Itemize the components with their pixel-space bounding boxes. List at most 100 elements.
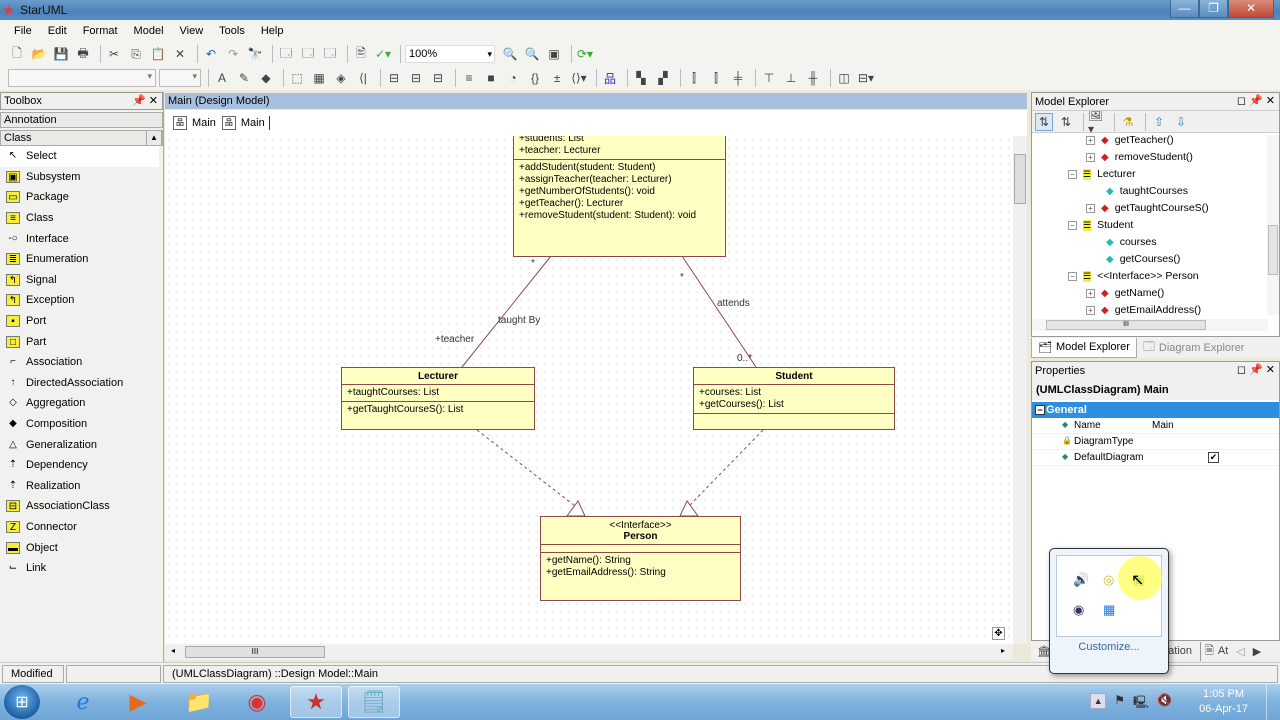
toolbox-item-select[interactable]: ↖ Select	[0, 146, 159, 167]
zoom-select[interactable]: 100%	[405, 45, 495, 63]
file-explorer-icon[interactable]: 📁	[176, 686, 222, 718]
property-icon[interactable]: 🗔	[321, 45, 339, 63]
class-member[interactable]: +removeStudent(student: Student): void	[519, 210, 720, 222]
show-parent-icon[interactable]: ◔	[504, 69, 522, 87]
collapse-icon[interactable]: −	[1068, 220, 1077, 230]
menu-help[interactable]: Help	[261, 25, 284, 37]
package-icon[interactable]: ■	[482, 69, 500, 87]
show-attributes-icon[interactable]: ⊟	[385, 69, 403, 87]
suppress-icon[interactable]: ◈	[332, 69, 350, 87]
student-realization[interactable]	[688, 429, 764, 507]
start-button[interactable]: ⊞	[4, 685, 40, 719]
class-member[interactable]: +teacher: Lecturer	[519, 145, 720, 157]
toolbox-item-directedassociation[interactable]: ↑ DirectedAssociation	[0, 373, 163, 394]
sort-by-order-icon[interactable]: ⇅	[1035, 112, 1053, 131]
property-row-diagramtype[interactable]: 🔒 DiagramType	[1032, 434, 1279, 450]
maximize-icon[interactable]: ◻	[1237, 364, 1246, 376]
pan-icon[interactable]: ✥	[992, 627, 1005, 640]
volume-muted-icon[interactable]: 🔇	[1157, 693, 1172, 714]
copy-icon[interactable]: ⎘	[127, 45, 145, 63]
taught-by-association[interactable]	[461, 255, 552, 368]
show-desktop-button[interactable]	[1266, 684, 1280, 720]
disc-icon[interactable]: ◎	[1103, 572, 1114, 588]
undo-icon[interactable]: ↶	[202, 45, 220, 63]
toolbox-close-icon[interactable]: ✕	[149, 95, 158, 107]
stereotype-display-icon[interactable]: ▦	[310, 69, 328, 87]
tree-node[interactable]: ◆ taughtCourses	[1106, 185, 1188, 197]
tree-vscroll[interactable]	[1267, 135, 1279, 315]
new-file-icon[interactable]: 🗋	[8, 45, 26, 63]
lecturer-realization[interactable]	[476, 429, 576, 507]
show-operations-icon[interactable]: ⊟	[407, 69, 425, 87]
minimize-button[interactable]: —	[1170, 0, 1199, 18]
class-member[interactable]: +getTeacher(): Lecturer	[519, 198, 720, 210]
pin-icon[interactable]: 📌	[1249, 364, 1263, 376]
class-lecturer[interactable]: Lecturer +taughtCourses: List +getTaught…	[341, 367, 535, 430]
tab-attachments[interactable]: At	[1218, 645, 1228, 657]
chrome-icon[interactable]: ◉	[234, 686, 280, 718]
space-horizontal-icon[interactable]: ◫	[835, 69, 853, 87]
font-color-icon[interactable]: A	[213, 69, 231, 87]
class-student[interactable]: Student +courses: List +getCourses(): Lis…	[693, 367, 895, 430]
paste-icon[interactable]: 📋	[149, 45, 167, 63]
scroll-thumb[interactable]	[1014, 154, 1026, 204]
toolbox-item-realization[interactable]: ⇡ Realization	[0, 476, 163, 497]
toolbox-item-signal[interactable]: ↰ Signal	[0, 270, 163, 291]
menu-edit[interactable]: Edit	[48, 25, 67, 37]
toolbox-group-annotation[interactable]: Annotation	[0, 112, 163, 128]
class-member[interactable]: +getTaughtCourseS(): List	[347, 404, 529, 416]
attachments-icon[interactable]: 🗎	[1200, 641, 1214, 661]
toolbox-item-connector[interactable]: Z Connector	[0, 517, 163, 538]
capture-icon[interactable]: ▦	[1103, 602, 1115, 618]
find-icon[interactable]: 🔭	[246, 45, 264, 63]
zoom-out-icon[interactable]: 🔍	[523, 45, 541, 63]
open-folder-icon[interactable]: 📂	[30, 45, 48, 63]
media-player-icon[interactable]: ▶	[115, 686, 161, 718]
pin-icon[interactable]: 📌	[1249, 95, 1263, 107]
space-vertical-icon[interactable]: ⊟▾	[857, 69, 875, 87]
delete-icon[interactable]: ✕	[171, 45, 189, 63]
toolbox-item-port[interactable]: ▪ Port	[0, 311, 163, 332]
align-bottom-icon[interactable]: ⊥	[782, 69, 800, 87]
toolbox-item-composition[interactable]: ◆ Composition	[0, 414, 163, 435]
align-top-icon[interactable]: ⊤	[760, 69, 778, 87]
property-row-defaultdiagram[interactable]: ◆ DefaultDiagram ✔	[1032, 450, 1279, 466]
toolbox-item-class[interactable]: ≡ Class	[0, 208, 163, 229]
toolbox-item-association[interactable]: ⌐ Association	[0, 352, 163, 373]
move-up-icon[interactable]: ⇧	[1150, 113, 1168, 131]
attends-association[interactable]	[681, 255, 757, 368]
menu-model[interactable]: Model	[134, 25, 164, 37]
property-value[interactable]: Main	[1152, 420, 1174, 431]
default-diagram-checkbox[interactable]: ✔	[1208, 452, 1219, 463]
record-icon[interactable]: ◉	[1073, 602, 1084, 618]
speaker-icon[interactable]: 🔊	[1073, 572, 1089, 588]
send-back-icon[interactable]: ▞	[654, 69, 672, 87]
network-icon[interactable]: 🖳	[1133, 693, 1149, 714]
toolbox-item-generalization[interactable]: △ Generalization	[0, 434, 163, 455]
model-icon[interactable]: 🗔	[277, 45, 295, 63]
toolbox-item-package[interactable]: ▭ Package	[0, 187, 163, 208]
cut-icon[interactable]: ✂	[105, 45, 123, 63]
internet-explorer-icon[interactable]: ℯ	[60, 686, 106, 718]
vertical-scrollbar[interactable]	[1013, 136, 1027, 644]
tab-scroll-left-icon[interactable]: ◁	[1236, 645, 1244, 658]
align-middle-icon[interactable]: ╫	[804, 69, 822, 87]
toolbox-item-part[interactable]: □ Part	[0, 331, 163, 352]
menu-format[interactable]: Format	[83, 25, 118, 37]
auto-resize-icon[interactable]: ⬚	[288, 69, 306, 87]
action-center-flag-icon[interactable]: ⚑	[1114, 693, 1125, 714]
align-center-icon[interactable]: ╪	[729, 69, 747, 87]
show-ops-icon[interactable]: ⟨⟩▾	[570, 69, 588, 87]
toolbox-item-aggregation[interactable]: ◇ Aggregation	[0, 393, 163, 414]
menu-view[interactable]: View	[180, 25, 204, 37]
tree-node[interactable]: + ◆ getTaughtCourseS()	[1086, 202, 1209, 214]
show-hidden-icons-button[interactable]: ▲	[1090, 693, 1107, 709]
expand-icon[interactable]: +	[1086, 152, 1095, 162]
refresh-icon[interactable]: ⟳▾	[576, 45, 594, 63]
toolbox-item-enumeration[interactable]: ≣ Enumeration	[0, 249, 163, 270]
layout-icon[interactable]: 品	[601, 69, 619, 87]
clock[interactable]: 1:05 PM 06-Apr-17	[1199, 687, 1248, 717]
tree-hscroll[interactable]: III	[1032, 319, 1268, 331]
maximize-icon[interactable]: ◻	[1237, 95, 1246, 107]
properties-close-icon[interactable]: ✕	[1266, 364, 1275, 376]
